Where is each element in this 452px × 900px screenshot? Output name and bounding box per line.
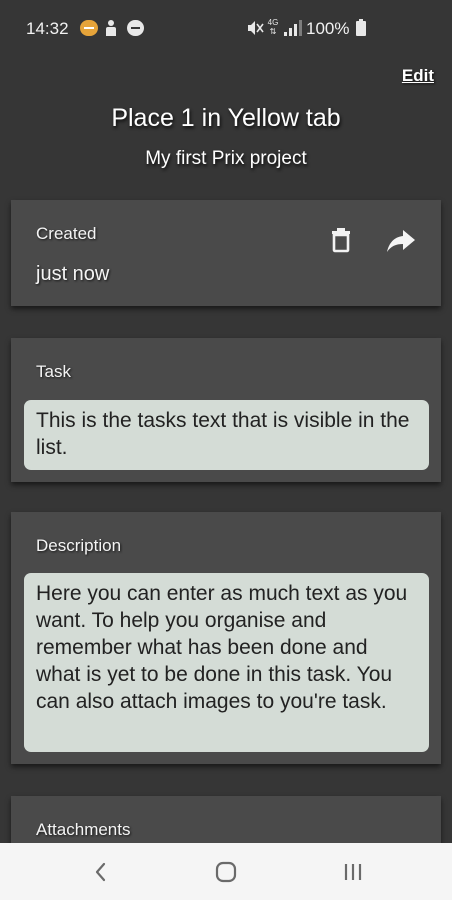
share-button[interactable] xyxy=(384,222,418,256)
status-bar: 14:32 4G ⇅ 100% xyxy=(0,0,452,58)
battery-percent: 100% xyxy=(306,19,350,38)
task-text-field[interactable]: This is the tasks text that is visible i… xyxy=(24,400,429,470)
task-detail-screen: 14:32 4G ⇅ 100% Edit Place 1 in Yellow ta… xyxy=(0,0,452,900)
chevron-left-icon xyxy=(95,862,106,882)
attachments-label: Attachments xyxy=(36,820,131,839)
created-label: Created xyxy=(36,224,97,243)
task-card: Task This is the tasks text that is visi… xyxy=(11,338,441,482)
recents-icon xyxy=(344,864,362,880)
description-label: Description xyxy=(36,536,122,555)
trash-icon xyxy=(332,228,350,253)
battery-icon xyxy=(356,19,366,36)
mobile-data-icon: 4G ⇅ xyxy=(267,18,279,36)
created-card: Created just now xyxy=(11,200,441,306)
description-text-field[interactable]: Here you can enter as much text as you w… xyxy=(24,573,429,752)
description-card: Description Here you can enter as much t… xyxy=(11,512,441,764)
home-icon xyxy=(215,861,237,883)
mute-icon xyxy=(248,21,264,35)
app-notification-icon xyxy=(80,20,98,36)
nav-home-button[interactable] xyxy=(206,857,246,887)
nav-recents-button[interactable] xyxy=(333,857,373,887)
keyhole-notification-icon xyxy=(106,20,116,36)
created-value: just now xyxy=(36,263,110,285)
status-time: 14:32 xyxy=(26,19,69,38)
page-title: Place 1 in Yellow tab xyxy=(111,104,341,132)
delete-button[interactable] xyxy=(324,222,358,256)
nav-back-button[interactable] xyxy=(80,857,120,887)
minus-notification-icon xyxy=(127,20,144,36)
signal-icon xyxy=(284,20,302,36)
task-label: Task xyxy=(36,362,71,381)
edit-button[interactable]: Edit xyxy=(402,66,434,86)
system-navigation-bar xyxy=(0,843,452,900)
share-icon xyxy=(387,230,415,252)
project-subtitle: My first Prix project xyxy=(145,148,307,169)
